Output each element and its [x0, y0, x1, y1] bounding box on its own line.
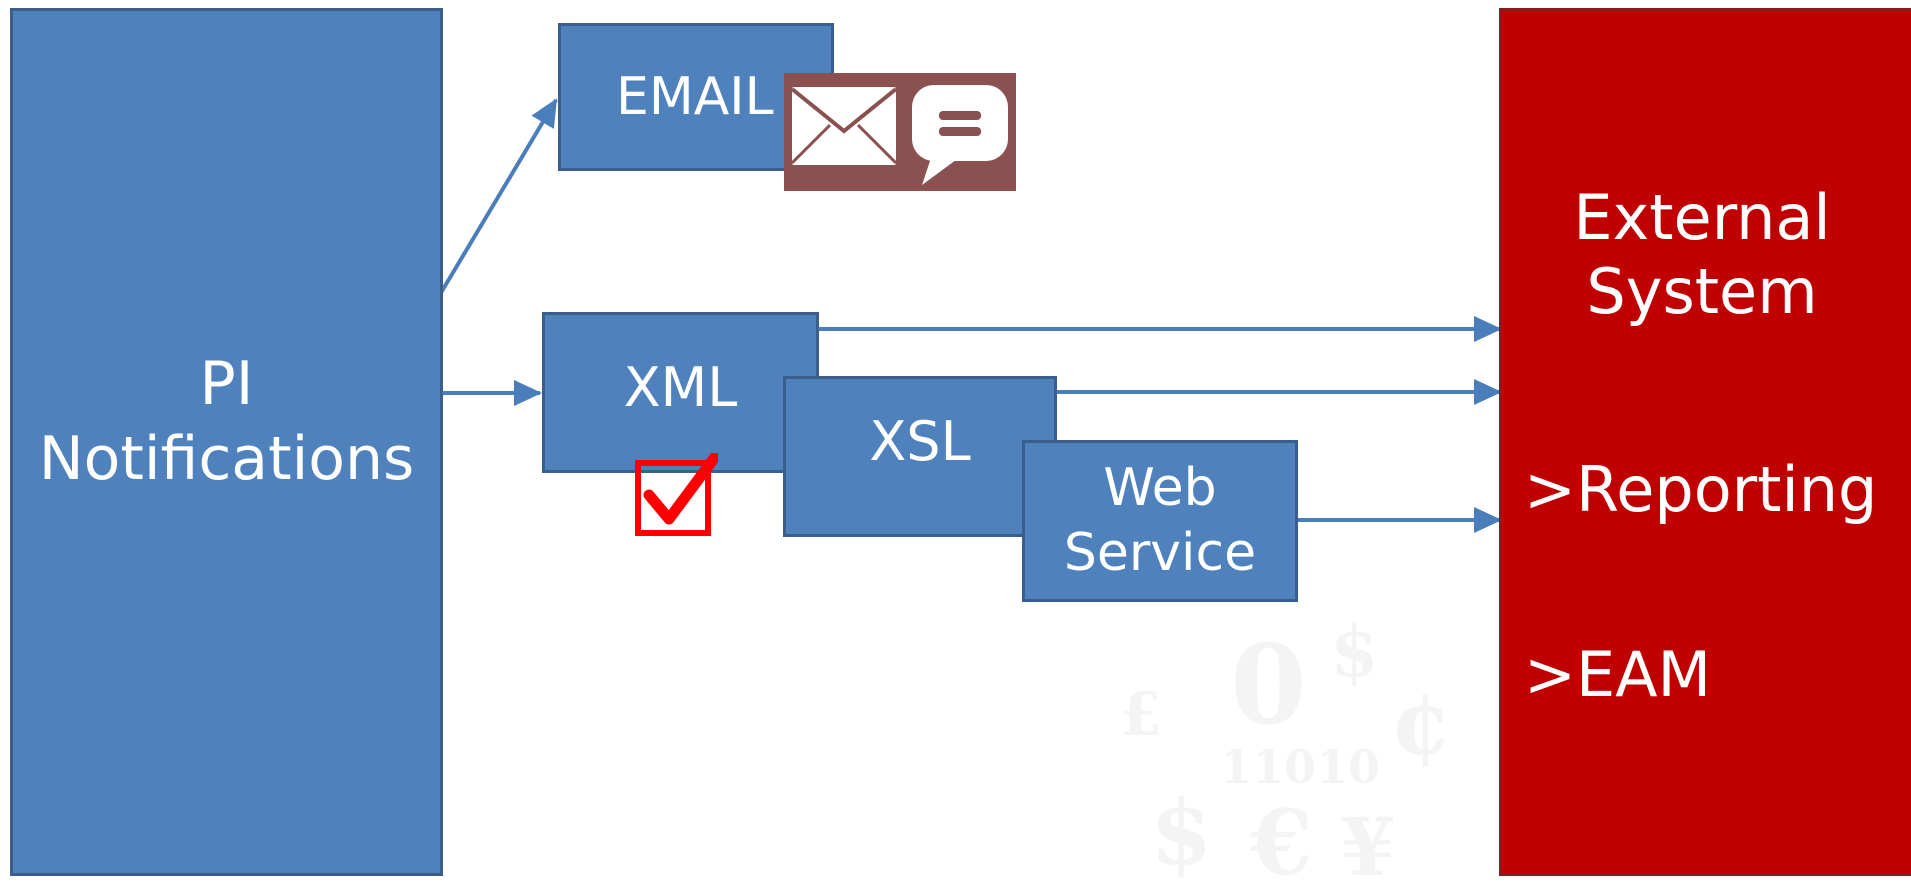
envelope-icon: [790, 87, 898, 165]
pi-notifications-label: PI Notifications: [38, 349, 415, 494]
xsl-label: XSL: [869, 409, 971, 473]
xsl-box: XSL: [783, 376, 1057, 537]
checkbox-checked-icon: [633, 451, 721, 538]
xml-label: XML: [623, 355, 738, 419]
web-service-label: Web Service: [1063, 458, 1257, 583]
email-label: EMAIL: [616, 66, 774, 127]
external-item-eam: >EAM: [1524, 638, 1712, 711]
external-system-title: External System: [1573, 181, 1831, 329]
mail-and-chat-icon: [784, 73, 1016, 191]
xml-box: XML: [542, 312, 819, 473]
diagram-canvas: 0 $ £ 11010 ¢ $ € ¥ PI Notifications EMA…: [0, 0, 1911, 896]
envelope-chat-icon: [790, 85, 1008, 185]
web-service-box: Web Service: [1022, 440, 1298, 602]
external-item-reporting: >Reporting: [1524, 453, 1878, 526]
external-system-box: External System >Reporting >EAM: [1499, 8, 1911, 876]
pi-notifications-box: PI Notifications: [10, 8, 443, 876]
chat-bubble-icon: [912, 85, 1008, 185]
